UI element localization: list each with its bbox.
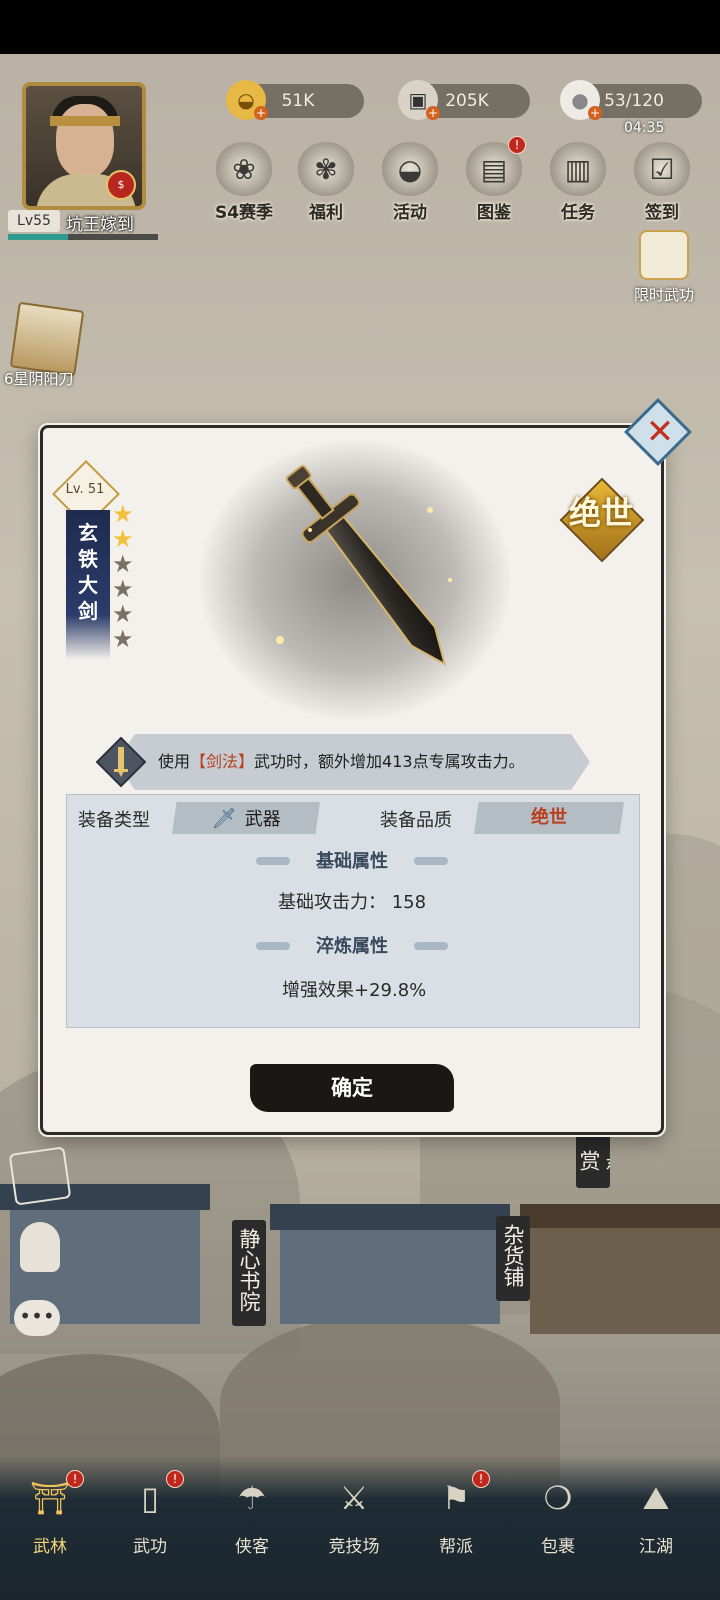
nav-guild[interactable]: ⚑ 帮派 ! (416, 1470, 496, 1580)
vip-badge-icon: $ (106, 170, 136, 200)
quality-badge: 绝世 (558, 476, 645, 563)
xp-bar (8, 234, 158, 240)
item-level: Lv. 51 (65, 482, 105, 497)
store-sign[interactable]: 杂货铺 (496, 1216, 530, 1301)
limited-skill-button[interactable]: 限时武功 (624, 230, 704, 304)
checkin-icon: ☑ (633, 142, 691, 196)
chat-icon[interactable]: ••• (14, 1300, 60, 1336)
close-icon[interactable]: ✕ (640, 412, 680, 452)
special-effect-text: 使用【剑法】武功时，额外增加413点专属攻击力。 (158, 752, 525, 771)
menu-season[interactable]: ❀ S4赛季 (206, 142, 282, 226)
star-empty-icon: ★ (112, 575, 134, 603)
sword-image (276, 465, 452, 666)
equip-quality-value: 绝世 (474, 802, 624, 834)
weapon-sword-icon: 🗡 (211, 806, 237, 830)
bag-icon: ❍ (543, 1479, 573, 1517)
nav-arena[interactable]: ⚔ 竞技场 (314, 1470, 394, 1580)
player-name: 坑王嫁到 (66, 215, 134, 235)
yinyang-blade-icon[interactable] (9, 301, 85, 377)
coin-counter[interactable]: ▣ + 205K (398, 80, 530, 120)
status-bar (0, 0, 720, 54)
sword-effect-icon (96, 737, 146, 787)
star-empty-icon: ★ (112, 625, 134, 653)
nav-bag[interactable]: ❍ 包裹 (518, 1470, 598, 1580)
cards-icon[interactable] (8, 1146, 72, 1206)
stamina-counter[interactable]: ● + 53/120 (560, 80, 702, 120)
star-filled-icon: ★ (112, 500, 134, 528)
star-filled-icon: ★ (112, 525, 134, 553)
guild-alert-badge: ! (472, 1470, 490, 1488)
menu-events[interactable]: ◒ 活动 (372, 142, 448, 226)
confirm-button[interactable]: 确定 (250, 1064, 454, 1112)
item-star-rating: ★ ★ ★ ★ ★ ★ (112, 502, 142, 652)
add-stamina-plus-icon[interactable]: + (588, 106, 602, 120)
bookhouse-sign[interactable]: 静心书院 (232, 1220, 266, 1326)
menu-checkin[interactable]: ☑ 签到 (624, 142, 700, 226)
gold-ingot-counter[interactable]: ◒ + 51K (226, 80, 364, 120)
season-icon: ❀ (215, 142, 273, 196)
nav-heroes[interactable]: ☂ 侠客 (212, 1470, 292, 1580)
menu-codex[interactable]: ▤ 图鉴 ! (456, 136, 532, 226)
limited-skill-icon (639, 230, 689, 280)
menu-welfare[interactable]: ✾ 福利 (288, 142, 364, 226)
equip-type-label: 装备类型 (78, 810, 150, 831)
fan-icon: ◒ (381, 142, 439, 196)
special-effect-bar: 使用【剑法】武功时，额外增加413点专属攻击力。 (96, 734, 612, 790)
base-attack-value: 基础攻击力： 158 (278, 892, 427, 913)
knot-icon: ✾ (297, 142, 355, 196)
task-scroll-icon: ▥ (549, 142, 607, 196)
nav-martial[interactable]: ▯ 武功 ! (110, 1470, 190, 1580)
add-coin-plus-icon[interactable]: + (426, 106, 440, 120)
base-attr-title: 基础属性 (252, 847, 452, 873)
mountain-icon: ⛰ (642, 1478, 670, 1517)
wulin-alert-badge: ! (66, 1470, 84, 1488)
nav-jianghu[interactable]: ⛰ 江湖 (616, 1470, 696, 1580)
codex-alert-badge: ! (508, 136, 526, 154)
player-level: Lv55 (8, 210, 60, 232)
nav-wulin[interactable]: ⛩ 武林 ! (10, 1470, 90, 1580)
equip-quality-label: 装备品质 (380, 810, 452, 831)
star-empty-icon: ★ (112, 550, 134, 578)
equip-type-value: 🗡 武器 (172, 802, 320, 834)
add-gold-plus-icon[interactable]: + (254, 106, 268, 120)
friends-icon[interactable] (20, 1222, 60, 1272)
star-empty-icon: ★ (112, 600, 134, 628)
menu-tasks[interactable]: ▥ 任务 (540, 142, 616, 226)
hero-hat-icon: ☂ (237, 1479, 267, 1517)
stamina-timer: 04:35 (624, 120, 665, 136)
side-item-label: 6星阴阳刀 (4, 370, 74, 388)
bounty-sign[interactable]: 悬赏 (576, 1132, 610, 1188)
player-avatar[interactable]: $ (22, 82, 146, 210)
refine-effect-value: 增强效果+29.8% (282, 980, 427, 1001)
martial-alert-badge: ! (166, 1470, 184, 1488)
item-name: 玄铁大剑 (78, 521, 98, 623)
refine-attr-title: 淬炼属性 (252, 932, 452, 958)
crossed-swords-icon: ⚔ (339, 1479, 369, 1517)
